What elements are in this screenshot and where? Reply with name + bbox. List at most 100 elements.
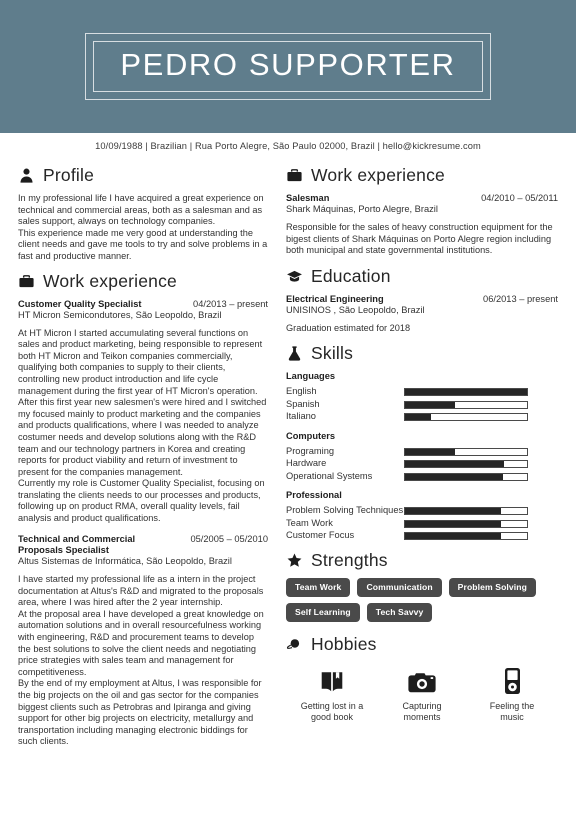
skill-meter xyxy=(404,388,528,397)
skill-row: Problem Solving Techniques xyxy=(286,505,558,517)
job-entry: Salesman 04/2010 – 05/2011 Shark Máquina… xyxy=(286,193,558,257)
skill-meter xyxy=(404,519,528,528)
education-date: 06/2013 – present xyxy=(483,293,558,304)
star-icon xyxy=(286,552,303,569)
skill-meter xyxy=(404,413,528,422)
skill-meter xyxy=(404,472,528,481)
strength-tag: Communication xyxy=(357,577,442,597)
skill-meter-fill xyxy=(405,508,502,515)
briefcase-icon xyxy=(286,167,303,184)
section-title-strengths: Strengths xyxy=(311,549,388,570)
skill-meter xyxy=(404,460,528,469)
job-description: Responsible for the sales of heavy const… xyxy=(286,222,553,256)
skill-group: Languages English Spanish Italiano xyxy=(286,371,558,423)
job-date: 04/2013 – present xyxy=(193,298,268,309)
strength-tag: Team Work xyxy=(286,577,351,597)
skill-group-title: Languages xyxy=(286,371,336,382)
skill-meter-fill xyxy=(405,473,503,480)
skill-meter-fill xyxy=(405,401,456,408)
skill-meter xyxy=(404,400,528,409)
skill-row: Customer Focus xyxy=(286,530,558,542)
skill-meter xyxy=(404,447,528,456)
job-entry: Customer Quality Specialist 04/2013 – pr… xyxy=(18,299,268,525)
skill-name: English xyxy=(286,386,317,397)
skill-meter-fill xyxy=(405,414,431,421)
job-title: Customer Quality Specialist xyxy=(18,298,142,309)
skill-group-title: Computers xyxy=(286,430,336,441)
job-date: 04/2010 – 05/2011 xyxy=(481,193,558,203)
job-entry: Technical and Commercial Proposals Speci… xyxy=(18,534,268,748)
section-title-work-right: Work experience xyxy=(311,165,445,185)
skill-name: Hardware xyxy=(286,458,327,469)
strength-tag: Self Learning xyxy=(286,602,360,622)
skill-group: Professional Problem Solving Techniques … xyxy=(286,490,558,542)
job-title: Technical and Commercial Proposals Speci… xyxy=(18,533,136,556)
hobby-label: Capturing moments xyxy=(402,700,442,722)
skill-group: Computers Programing Hardware Operationa… xyxy=(286,431,558,483)
strengths-tag-list: Team Work Communication Problem Solving … xyxy=(286,577,558,622)
skill-name: Spanish xyxy=(286,398,320,409)
skill-meter-fill xyxy=(405,448,456,455)
skill-meter xyxy=(404,507,528,516)
planet-icon xyxy=(286,636,303,653)
section-header-strengths: Strengths xyxy=(286,550,558,571)
resume-page: PEDRO SUPPORTER 10/09/1988 | Brazilian |… xyxy=(0,0,576,815)
hobby-label: Feeling the music xyxy=(489,700,535,722)
name-frame-inner: PEDRO SUPPORTER xyxy=(93,40,483,93)
section-header-skills: Skills xyxy=(286,343,558,364)
skill-name: Team Work xyxy=(286,517,333,528)
hobbies-list: Getting lost in a good book Capturing mo… xyxy=(286,663,558,723)
job-heading-row: Technical and Commercial Proposals Speci… xyxy=(18,534,268,557)
resume-header: PEDRO SUPPORTER xyxy=(0,0,576,133)
skills-list: Languages English Spanish Italiano Compu… xyxy=(286,371,558,542)
skill-meter-fill xyxy=(405,520,502,527)
hobby-item: Feeling the music xyxy=(472,663,552,723)
content-columns: Profile In my professional life I have a… xyxy=(0,155,576,757)
camera-icon xyxy=(382,663,462,695)
section-title-skills: Skills xyxy=(311,343,354,364)
job-employer: Shark Máquinas, Porto Alegre, Brazil xyxy=(286,204,438,215)
education-entry: Electrical Engineering 06/2013 – present… xyxy=(286,294,558,335)
briefcase-icon xyxy=(18,273,35,290)
book-icon xyxy=(292,663,372,695)
skill-row: Programing xyxy=(286,446,558,458)
contact-line: 10/09/1988 | Brazilian | Rua Porto Alegr… xyxy=(95,141,481,151)
skill-meter-fill xyxy=(405,389,527,396)
strength-tag: Problem Solving xyxy=(448,577,536,597)
skill-name: Customer Focus xyxy=(286,530,355,541)
job-employer: HT Micron Semicondutores, São Leopoldo, … xyxy=(18,309,222,320)
education-heading-row: Electrical Engineering 06/2013 – present xyxy=(286,294,558,305)
job-employer: Altus Sistemas de Informática, São Leopo… xyxy=(18,556,232,567)
job-heading-row: Salesman 04/2010 – 05/2011 xyxy=(286,193,558,204)
skill-meter xyxy=(404,532,528,541)
hobby-item: Getting lost in a good book xyxy=(292,663,372,723)
degree-title: Electrical Engineering xyxy=(286,293,384,304)
skill-row: English xyxy=(286,386,558,398)
section-title-hobbies: Hobbies xyxy=(311,633,377,654)
skill-row: Italiano xyxy=(286,411,558,423)
section-header-education: Education xyxy=(286,266,558,287)
music-player-icon xyxy=(472,663,552,695)
skill-name: Operational Systems xyxy=(286,470,373,481)
hobby-label: Getting lost in a good book xyxy=(300,700,364,722)
section-title-profile: Profile xyxy=(43,165,95,185)
skill-row: Hardware xyxy=(286,458,558,470)
section-header-work-right: Work experience xyxy=(286,165,558,186)
skill-row: Operational Systems xyxy=(286,471,558,483)
school-name: UNISINOS , São Leopoldo, Brazil xyxy=(286,305,425,316)
job-date: 05/2005 – 05/2010 xyxy=(190,533,268,544)
education-note: Graduation estimated for 2018 xyxy=(286,322,411,333)
profile-text: In my professional life I have acquired … xyxy=(18,193,268,261)
skill-row: Team Work xyxy=(286,518,558,530)
job-description: At HT Micron I started accumulating seve… xyxy=(18,327,267,524)
section-header-hobbies: Hobbies xyxy=(286,634,558,655)
section-header-profile: Profile xyxy=(18,165,268,186)
hobby-item: Capturing moments xyxy=(382,663,462,723)
right-column: Work experience Salesman 04/2010 – 05/20… xyxy=(286,157,558,757)
section-header-work-left: Work experience xyxy=(18,271,268,292)
left-column: Profile In my professional life I have a… xyxy=(18,157,286,757)
candidate-name: PEDRO SUPPORTER xyxy=(120,46,456,82)
graduation-cap-icon xyxy=(286,268,303,285)
skill-row: Spanish xyxy=(286,399,558,411)
strength-tag: Tech Savvy xyxy=(366,602,433,622)
